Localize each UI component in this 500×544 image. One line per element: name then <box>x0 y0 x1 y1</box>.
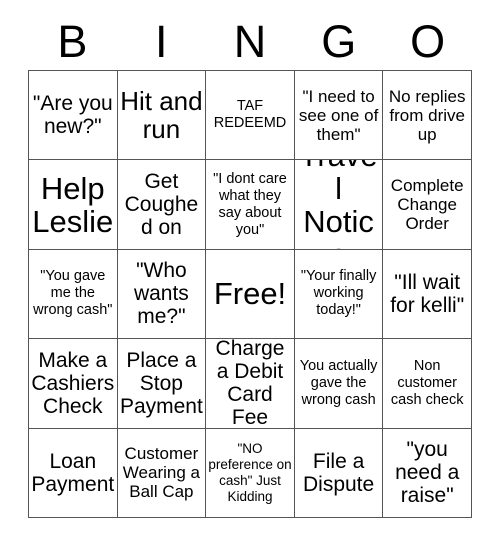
bingo-cell-label: "Your finally working today!" <box>300 268 377 319</box>
bingo-cell-label: You actually gave the wrong cash <box>299 357 378 408</box>
bingo-cell-label: Get Coughed on <box>124 170 199 240</box>
bingo-cell-label: Customer Wearing a Ball Cap <box>122 444 200 502</box>
bingo-cell-r5-c4[interactable]: File a Dispute <box>294 428 384 518</box>
bingo-cell-r5-c5[interactable]: "you need a raise" <box>383 428 472 518</box>
bingo-cell-label: "NO preference on cash" Just Kidding <box>208 440 292 504</box>
bingo-cell-r2-c3[interactable]: "I dont care what they say about you" <box>206 160 295 250</box>
bingo-cell-label: Hit and run <box>120 86 203 145</box>
bingo-cell-r2-c4[interactable]: Travel Notice <box>294 160 384 250</box>
bingo-cell-label: "I dont care what they say about you" <box>213 170 287 238</box>
bingo-header-letter-n: N <box>233 16 267 67</box>
bingo-cell-label: Non customer cash check <box>390 357 464 408</box>
bingo-cell-label: "Are you new?" <box>32 92 113 139</box>
bingo-cell-r3-c4[interactable]: "Your finally working today!" <box>294 249 384 340</box>
bingo-header-letters: B I N G O <box>28 14 472 70</box>
bingo-cell-label: Help Leslie <box>32 170 114 239</box>
bingo-card: B I N G O "Are you new?" Hit and run TAF R… <box>0 0 500 544</box>
bingo-cell-label: "Who wants me?" <box>133 259 189 329</box>
bingo-cell-r3-c1[interactable]: "You gave me the wrong cash" <box>29 249 118 340</box>
bingo-cell-label: No replies from drive up <box>388 86 466 144</box>
bingo-cell-r1-c2[interactable]: Hit and run <box>117 71 207 161</box>
bingo-header-letter-i: I <box>154 16 168 67</box>
bingo-cell-r2-c2[interactable]: Get Coughed on <box>117 160 207 250</box>
bingo-cell-r4-c1[interactable]: Make a Cashiers Check <box>29 339 118 429</box>
bingo-cell-r3-c2[interactable]: "Who wants me?" <box>117 249 207 340</box>
bingo-cell-label: Make a Cashiers Check <box>31 348 115 418</box>
bingo-free-space-cell[interactable]: Free! <box>206 249 295 340</box>
bingo-cell-r4-c5[interactable]: Non customer cash check <box>383 339 472 429</box>
bingo-cell-label: Charge a Debit Card Fee <box>215 339 285 429</box>
bingo-cell-r2-c5[interactable]: Complete Change Order <box>383 160 472 250</box>
bingo-cell-r1-c3[interactable]: TAF REDEEMD <box>206 71 295 161</box>
bingo-cell-label: Free! <box>213 276 287 312</box>
bingo-cell-r4-c4[interactable]: You actually gave the wrong cash <box>294 339 384 429</box>
bingo-cell-r5-c1[interactable]: Loan Payment <box>29 428 118 518</box>
bingo-cell-r2-c1[interactable]: Help Leslie <box>29 160 118 250</box>
bingo-cell-r3-c5[interactable]: "Ill wait for kelli" <box>383 249 472 340</box>
bingo-cell-label: Travel Notice <box>300 160 378 248</box>
bingo-cell-r4-c2[interactable]: Place a Stop Payment <box>117 339 207 429</box>
bingo-cell-r1-c5[interactable]: No replies from drive up <box>383 71 472 161</box>
bingo-header-letter-b: B <box>57 16 88 67</box>
bingo-cell-r4-c3[interactable]: Charge a Debit Card Fee <box>206 339 295 429</box>
bingo-cell-label: Place a Stop Payment <box>119 348 203 418</box>
bingo-cell-label: File a Dispute <box>302 449 375 496</box>
bingo-cell-r1-c4[interactable]: "I need to see one of them" <box>294 71 384 161</box>
bingo-header-letter-o: O <box>410 16 446 67</box>
bingo-cell-label: Complete Change Order <box>390 176 464 234</box>
bingo-header-letter-g: G <box>321 16 357 67</box>
bingo-cell-label: Loan Payment <box>31 449 115 496</box>
bingo-cell-label: TAF REDEEMD <box>213 98 287 132</box>
bingo-cell-label: "Ill wait for kelli" <box>390 270 465 317</box>
bingo-cell-label: "I need to see one of them" <box>298 86 379 144</box>
bingo-grid: "Are you new?" Hit and run TAF REDEEMD "I n… <box>28 70 472 518</box>
bingo-cell-label: "you need a raise" <box>395 438 460 508</box>
bingo-cell-label: "You gave me the wrong cash" <box>33 268 113 319</box>
bingo-cell-r5-c2[interactable]: Customer Wearing a Ball Cap <box>117 428 207 518</box>
bingo-cell-r5-c3[interactable]: "NO preference on cash" Just Kidding <box>206 428 295 518</box>
bingo-cell-r1-c1[interactable]: "Are you new?" <box>29 71 118 161</box>
